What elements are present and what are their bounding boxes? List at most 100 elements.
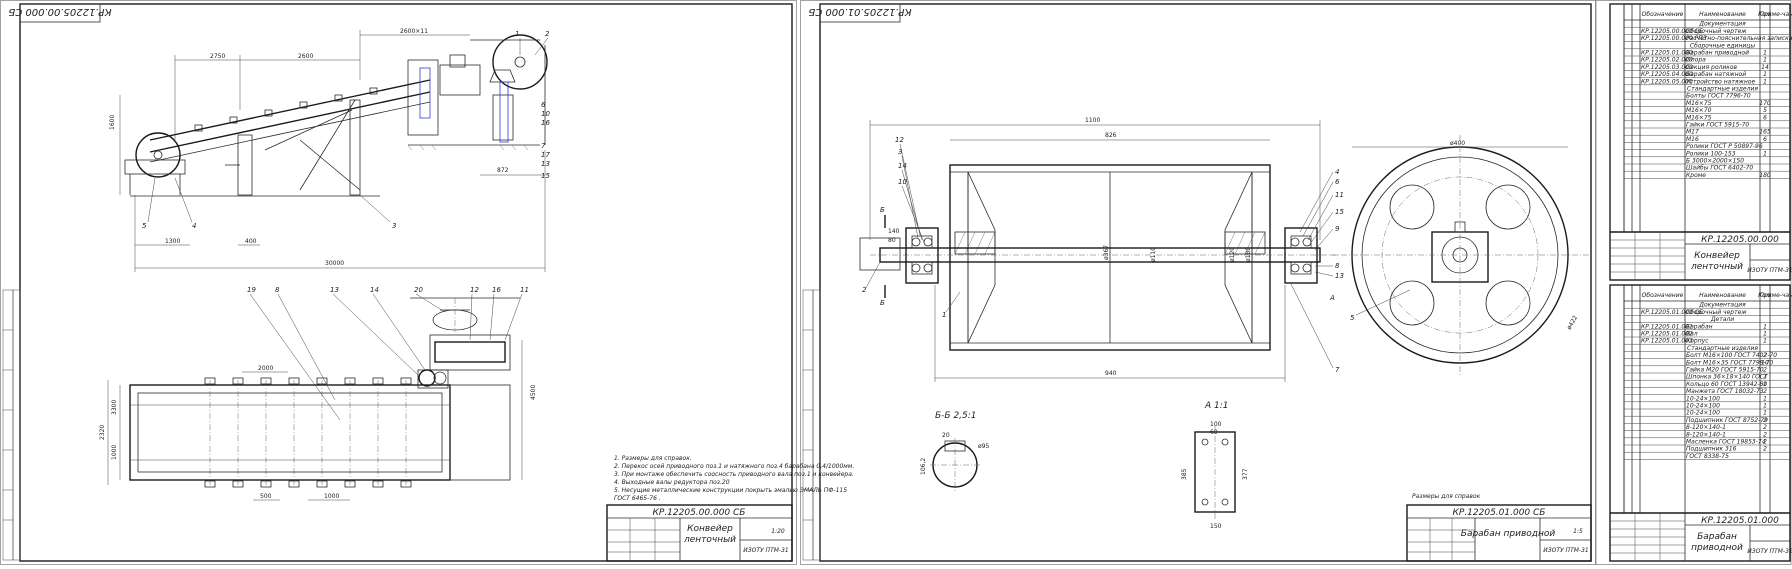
dim-d422: ø422 <box>1566 314 1580 331</box>
spec1-hdr-name: Наименование <box>1699 11 1746 18</box>
drive-drum-section: 1100 826 940 ø367 ø110 ø120 ø180 140 80 … <box>859 117 1344 382</box>
bb-dim-d95: ø95 <box>978 443 989 450</box>
spec1-row-2-11-qty: 180 <box>1759 172 1771 179</box>
spec1-row-1-2-qty: 14 <box>1761 64 1769 71</box>
spec1-section-0: Документация <box>1698 21 1746 28</box>
callout-11: 11 <box>520 286 529 294</box>
dim-940: 940 <box>1105 370 1117 377</box>
dim-d367: ø367 <box>1103 245 1110 260</box>
spec1-row-1-1-qty: 1 <box>1763 57 1767 64</box>
spec1-row-2-2-name: М16×70 <box>1686 107 1712 114</box>
sheet2-doc-code: КР.12205.01.000 СБ <box>1453 508 1546 518</box>
dim-140: 140 <box>888 228 900 235</box>
spec1-row-2-10-name: Шайбы ГОСТ 6402-70 <box>1686 165 1753 172</box>
view-mark-a: А <box>1329 294 1335 302</box>
specification-area: ОбозначениеНаименованиеКол.Приме-чаниеДо… <box>1595 0 1792 565</box>
spec2-row-2-9-name: Подшипник ГОСТ 8752-79 <box>1686 417 1768 424</box>
spec2-row-1-1-name: Вал <box>1686 331 1698 338</box>
spec2-row-1-1-qty: 1 <box>1763 331 1767 338</box>
spec2-row-2-1-qty: 10 <box>1761 359 1769 366</box>
dim-1300: 1300 <box>165 238 180 245</box>
callout-4: 4 <box>192 222 196 230</box>
d-callout-5: 5 <box>1350 314 1355 322</box>
d-callout-6: 6 <box>1335 178 1340 186</box>
va-dim-385: 385 <box>1181 468 1188 480</box>
spec1-row-1-4-name: Устройство натяжное <box>1686 78 1755 85</box>
drawing-sheet: КР.12205.00.000 СБ 2750 2600 2600×11 160… <box>0 0 1792 565</box>
spec2-row-2-11-name: 8-120×140-1 <box>1686 431 1726 438</box>
spec2-row-2-8-qty: 1 <box>1763 410 1767 417</box>
sheet2-title-1: Барабан приводной <box>1461 529 1556 539</box>
spec2-row-2-5-name: Манжета ГОСТ 18032-73 <box>1686 388 1764 395</box>
spec1-row-2-7-name: Ролики ГОСТ Р 50897-96 <box>1686 143 1763 150</box>
spec2-tb-org: ИЗОТУ ПТМ-31 <box>1747 548 1792 555</box>
spec1-hdr-designation: Обозначение <box>1642 11 1684 18</box>
dim-3300: 3300 <box>111 400 118 415</box>
spec2-row-2-6-name: 10-24×100 <box>1686 395 1720 402</box>
spec1-row-1-3-name: Барабан натяжной <box>1686 71 1746 78</box>
d-callout-12: 12 <box>895 136 904 144</box>
sheet1-rotated-stamp: КР.12205.00.000 СБ <box>8 6 111 17</box>
spec2-row-1-0-qty: 1 <box>1763 323 1767 330</box>
d-callout-15: 15 <box>1335 208 1344 216</box>
section-mark-b-top: Б <box>880 206 885 214</box>
callout-20: 20 <box>414 286 423 294</box>
spec1-row-2-2-qty: 5 <box>1763 107 1767 114</box>
callout-17: 17 <box>541 151 550 159</box>
conveyor-side-view: 2750 2600 2600×11 1600 872 1300 400 3000… <box>109 28 550 272</box>
callout-15: 15 <box>541 172 550 180</box>
spec1-table: ОбозначениеНаименованиеКол.Приме-чаниеДо… <box>1609 3 1792 281</box>
sheet2-rotated-stamp: КР.12205.01.000 СБ <box>808 6 911 17</box>
spec1-row-2-6-qty: 6 <box>1763 136 1767 143</box>
va-dim-60: 60 <box>1210 429 1218 436</box>
dim-80: 80 <box>888 237 896 244</box>
spec2-section-0: Документация <box>1698 302 1746 309</box>
spec2-row-2-7-qty: 1 <box>1763 403 1767 410</box>
d-callout-11: 11 <box>1335 191 1344 199</box>
callout-7: 7 <box>541 142 546 150</box>
spec2-row-2-6-qty: 1 <box>1763 395 1767 402</box>
spec1-row-1-0-name: Барабан приводной <box>1686 50 1749 57</box>
drive-drum-end-view: ø400 ø422 5 <box>1330 135 1590 375</box>
note-1: 1. Размеры для справок. <box>614 455 692 462</box>
bb-dim-20: 20 <box>942 432 950 439</box>
spec2-row-2-12-qty: 2 <box>1763 439 1767 446</box>
spec2-row-2-11-qty: 2 <box>1763 431 1767 438</box>
va-dim-377: 377 <box>1242 468 1249 480</box>
note-6: ГОСТ 6465-76 . <box>614 495 661 502</box>
dim-826: 826 <box>1105 132 1117 139</box>
section-mark-b-bottom: Б <box>880 299 885 307</box>
callout-13: 13 <box>541 160 550 168</box>
section-b-b: Б-Б 2,5:1 20 ø95 106,2 <box>920 411 989 492</box>
sheet2-org: ИЗОТУ ПТМ-31 <box>1543 547 1588 554</box>
spec1-row-2-0-name: Болты ГОСТ 7796-70 <box>1686 93 1751 100</box>
spec2-hdr-name: Наименование <box>1699 292 1746 299</box>
spec1-row-2-3-name: М16×75 <box>1686 114 1712 121</box>
callout-6: 6 <box>541 101 546 109</box>
note-2: 2. Перекос осей приводного поз.1 и натяж… <box>614 463 854 470</box>
spec2-row-2-2-qty: 2 <box>1763 367 1767 374</box>
dim-400: 400 <box>245 238 257 245</box>
callout-10: 10 <box>541 110 550 118</box>
spec1-tb-org: ИЗОТУ ПТМ-31 <box>1747 267 1792 274</box>
va-dim-150: 150 <box>1210 523 1222 530</box>
callout-13b: 13 <box>330 286 339 294</box>
spec1-row-1-3-qty: 1 <box>1763 71 1767 78</box>
spec1-row-2-5-name: М17 <box>1686 129 1699 136</box>
spec1-row-0-1-name: Расчетно-пояснительная записка <box>1686 35 1792 42</box>
dim-2600: 2600 <box>298 53 313 60</box>
spec2-row-2-5-qty: 2 <box>1763 388 1767 395</box>
sheet1-title-block: КР.12205.00.000 СБ Конвейер ленточный 1:… <box>606 504 793 562</box>
d-callout-4: 4 <box>1335 168 1339 176</box>
callout-2: 2 <box>545 30 550 38</box>
callout-1: 1 <box>515 30 519 38</box>
sheet1-scale: 1:20 <box>771 528 785 535</box>
spec1-row-2-8-name: Ролики 100-153 <box>1686 150 1736 157</box>
spec1-row-1-0-qty: 1 <box>1763 50 1767 57</box>
callout-5: 5 <box>142 222 147 230</box>
spec2-row-0-0-name: Сборочный чертеж <box>1686 309 1747 316</box>
dim-2600x11: 2600×11 <box>400 28 428 35</box>
spec2-row-2-13-qty: 2 <box>1763 446 1767 453</box>
dim-d400: ø400 <box>1450 140 1465 147</box>
spec2-row-2-14-name: ГОСТ 8338-75 <box>1686 453 1729 460</box>
